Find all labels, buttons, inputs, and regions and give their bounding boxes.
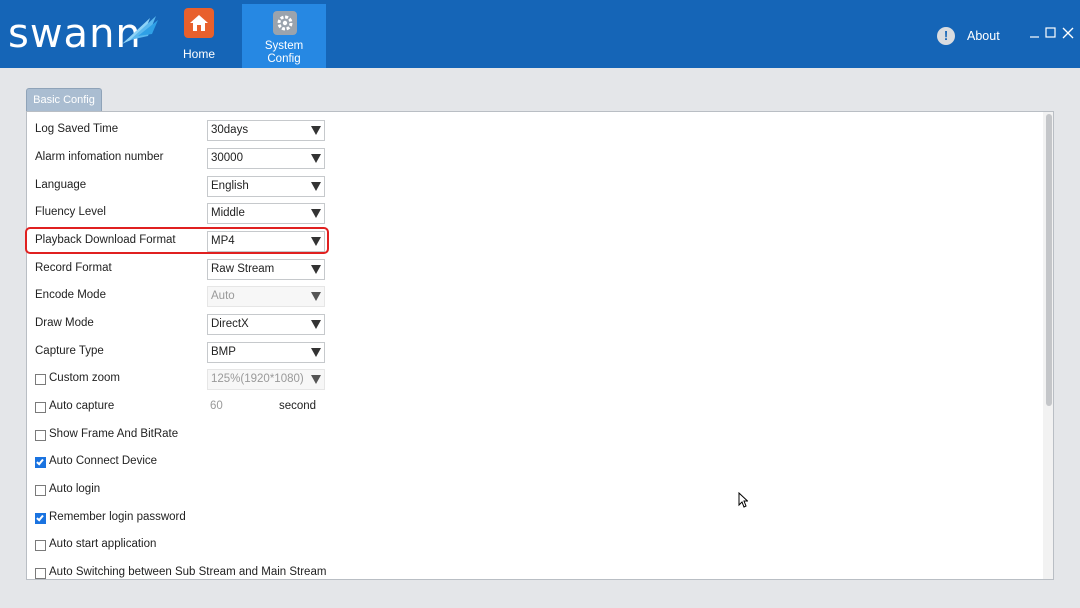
- dropdown-arrow-icon: [311, 209, 321, 218]
- record-format-select[interactable]: Raw Stream: [207, 259, 325, 280]
- language-select[interactable]: English: [207, 176, 325, 197]
- encode-mode-value: Auto: [211, 290, 235, 302]
- checkmark-icon: [36, 457, 44, 466]
- setting-row-show-frame-bitrate: Show Frame And BitRate: [27, 423, 1042, 449]
- title-bar: swann Home System Config ! About: [0, 0, 1080, 68]
- dropdown-arrow-icon: [311, 126, 321, 135]
- auto-capture-unit: second: [279, 400, 317, 412]
- nav-home-label: Home: [182, 47, 215, 61]
- custom-zoom-checkbox[interactable]: [35, 374, 46, 385]
- alarm-info-number-label: Alarm infomation number: [35, 151, 164, 163]
- setting-row-log-saved-time: Log Saved Time 30days: [27, 118, 1042, 144]
- fluency-level-select[interactable]: Middle: [207, 203, 325, 224]
- auto-capture-label[interactable]: Auto capture: [49, 400, 114, 412]
- setting-row-record-format: Record Format Raw Stream: [27, 257, 1042, 283]
- draw-mode-value: DirectX: [211, 318, 249, 330]
- language-value: English: [211, 180, 249, 192]
- remember-login-password-label[interactable]: Remember login password: [49, 511, 186, 523]
- setting-row-capture-type: Capture Type BMP: [27, 340, 1042, 366]
- basic-config-panel: Log Saved Time 30days Alarm infomation n…: [26, 111, 1054, 580]
- capture-type-label: Capture Type: [35, 345, 104, 357]
- setting-row-remember-login-password: Remember login password: [27, 506, 1042, 532]
- record-format-label: Record Format: [35, 262, 112, 274]
- fluency-level-value: Middle: [211, 207, 245, 219]
- dropdown-arrow-icon: [311, 265, 321, 274]
- encode-mode-select: Auto: [207, 286, 325, 307]
- dropdown-arrow-icon: [311, 182, 321, 191]
- draw-mode-select[interactable]: DirectX: [207, 314, 325, 335]
- about-info-icon[interactable]: !: [937, 27, 955, 45]
- dropdown-arrow-icon: [311, 375, 321, 384]
- nav-system-config-line2: Config: [267, 53, 301, 65]
- close-icon[interactable]: [1060, 25, 1076, 41]
- dropdown-arrow-icon: [311, 154, 321, 163]
- dropdown-arrow-icon: [311, 292, 321, 301]
- show-frame-bitrate-checkbox[interactable]: [35, 430, 46, 441]
- auto-login-checkbox[interactable]: [35, 485, 46, 496]
- auto-connect-device-checkbox[interactable]: [35, 457, 46, 468]
- log-saved-time-label: Log Saved Time: [35, 123, 119, 135]
- dropdown-arrow-icon: [311, 348, 321, 357]
- setting-row-fluency-level: Fluency Level Middle: [27, 201, 1042, 227]
- custom-zoom-label[interactable]: Custom zoom: [49, 372, 120, 384]
- capture-type-select[interactable]: BMP: [207, 342, 325, 363]
- auto-switch-stream-checkbox[interactable]: [35, 568, 46, 579]
- record-format-value: Raw Stream: [211, 263, 275, 275]
- auto-capture-interval-input: 60: [210, 400, 223, 412]
- draw-mode-label: Draw Mode: [35, 317, 94, 329]
- auto-start-application-label[interactable]: Auto start application: [49, 538, 156, 550]
- setting-row-language: Language English: [27, 174, 1042, 200]
- logo-bird-icon: [122, 16, 158, 44]
- highlight-box: [25, 227, 329, 254]
- setting-row-auto-capture: Auto capture 60 second: [27, 395, 1042, 421]
- language-label: Language: [35, 179, 87, 191]
- log-saved-time-select[interactable]: 30days: [207, 120, 325, 141]
- capture-type-value: BMP: [211, 346, 236, 358]
- remember-login-password-checkbox[interactable]: [35, 513, 46, 524]
- gear-icon: [273, 11, 297, 35]
- auto-start-application-checkbox[interactable]: [35, 540, 46, 551]
- auto-connect-device-label[interactable]: Auto Connect Device: [49, 455, 157, 467]
- custom-zoom-value: 125%(1920*1080): [211, 373, 304, 385]
- mouse-cursor-icon: [738, 492, 748, 508]
- about-link[interactable]: About: [967, 29, 1000, 43]
- setting-row-alarm-info-number: Alarm infomation number 30000: [27, 146, 1042, 172]
- dropdown-arrow-icon: [311, 320, 321, 329]
- auto-login-label[interactable]: Auto login: [49, 483, 100, 495]
- vertical-scrollbar[interactable]: [1043, 112, 1053, 579]
- encode-mode-label: Encode Mode: [35, 289, 106, 301]
- log-saved-time-value: 30days: [211, 124, 249, 136]
- maximize-icon[interactable]: [1043, 25, 1059, 41]
- swann-logo: swann: [8, 10, 158, 58]
- setting-row-draw-mode: Draw Mode DirectX: [27, 312, 1042, 338]
- nav-home-button[interactable]: Home: [157, 4, 241, 68]
- setting-row-encode-mode: Encode Mode Auto: [27, 284, 1042, 310]
- setting-row-auto-connect-device: Auto Connect Device: [27, 450, 1042, 476]
- minimize-icon[interactable]: [1027, 25, 1043, 41]
- alarm-info-number-value: 30000: [211, 152, 243, 164]
- scrollbar-thumb[interactable]: [1046, 114, 1052, 406]
- home-icon: [184, 8, 214, 38]
- auto-switch-stream-label[interactable]: Auto Switching between Sub Stream and Ma…: [49, 566, 326, 578]
- nav-system-config-label: System Config: [242, 40, 326, 66]
- checkmark-icon: [36, 513, 44, 522]
- alarm-info-number-select[interactable]: 30000: [207, 148, 325, 169]
- tab-basic-config[interactable]: Basic Config: [26, 88, 102, 112]
- custom-zoom-select: 125%(1920*1080): [207, 369, 325, 390]
- show-frame-bitrate-label[interactable]: Show Frame And BitRate: [49, 428, 178, 440]
- setting-row-auto-login: Auto login: [27, 478, 1042, 504]
- auto-capture-checkbox[interactable]: [35, 402, 46, 413]
- setting-row-auto-start-application: Auto start application: [27, 533, 1042, 559]
- nav-system-config-button[interactable]: System Config: [242, 4, 326, 68]
- nav-system-config-line1: System: [264, 40, 304, 52]
- setting-row-auto-switch-stream: Auto Switching between Sub Stream and Ma…: [27, 561, 1042, 579]
- setting-row-custom-zoom: Custom zoom 125%(1920*1080): [27, 367, 1042, 393]
- fluency-level-label: Fluency Level: [35, 206, 106, 218]
